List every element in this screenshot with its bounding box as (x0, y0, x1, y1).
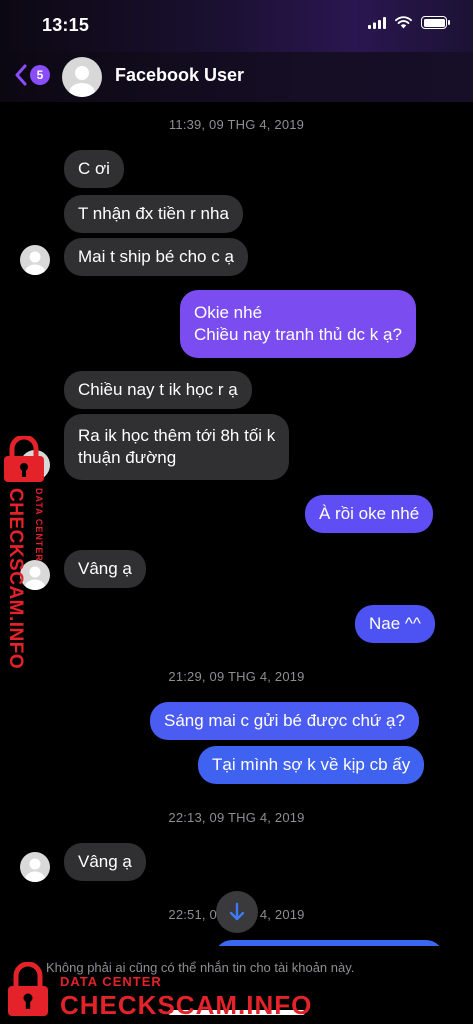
outgoing-message[interactable]: Nae ^^ (355, 605, 435, 643)
contact-avatar[interactable] (62, 57, 102, 97)
timestamp: 11:39, 09 THG 4, 2019 (168, 117, 305, 132)
battery-icon (421, 16, 450, 29)
message-line: Okie nhé (194, 303, 263, 322)
messaging-restriction-notice: Không phải ai cũng có thể nhắn tin cho t… (46, 960, 355, 975)
conversation-header: 5 Facebook User (0, 52, 473, 102)
padlock-logo-icon (4, 436, 44, 482)
incoming-message[interactable]: Vâng ạ (64, 843, 146, 881)
incoming-message[interactable]: Ra ik học thêm tới 8h tối k thuận đường (64, 414, 290, 480)
watermark-side: CHECKSCAM.INFO DATA CENTER (2, 436, 58, 670)
scroll-to-bottom-button[interactable] (216, 891, 258, 933)
outgoing-message[interactable]: Sáng mai c gửi bé được chứ ạ? (150, 702, 419, 740)
watermark-text: CHECKSCAM.INFO (60, 990, 313, 1020)
signal-icon (368, 16, 386, 29)
outgoing-message[interactable]: À rồi oke nhé (305, 495, 434, 533)
system-icons (368, 16, 450, 29)
watermark-text: CHECKSCAM.INFO (5, 488, 26, 670)
status-time: 13:15 (42, 15, 90, 35)
back-chevron-icon (15, 64, 27, 86)
outgoing-message[interactable]: Okie nhé Chiều nay tranh thủ dc k ạ? (180, 290, 416, 358)
timestamp: 21:29, 09 THG 4, 2019 (168, 669, 305, 684)
watermark-subtext: DATA CENTER (34, 488, 44, 562)
incoming-message[interactable]: Mai t ship bé cho c ạ (64, 238, 248, 276)
incoming-message[interactable]: Chiều nay t ik học r ạ (64, 371, 252, 409)
contact-name[interactable]: Facebook User (115, 65, 244, 86)
timestamp: 22:13, 09 THG 4, 2019 (168, 810, 305, 825)
padlock-logo-icon (8, 962, 48, 1016)
arrow-down-icon (229, 902, 245, 921)
message-line: Chiều nay tranh thủ dc k ạ? (194, 325, 402, 344)
sender-avatar[interactable] (20, 852, 50, 882)
unread-badge: 5 (30, 65, 50, 85)
outgoing-message[interactable]: Tại mình sợ k về kịp cb ấy (198, 746, 425, 784)
incoming-message[interactable]: C ơi (64, 150, 124, 188)
sender-avatar[interactable] (20, 245, 50, 275)
wifi-icon (395, 16, 412, 29)
message-line: Ra ik học thêm tới 8h tối k (78, 426, 276, 445)
incoming-message[interactable]: T nhận đx tiền r nha (64, 195, 243, 233)
message-line: thuận đường (78, 448, 177, 467)
back-button[interactable]: 5 (14, 64, 50, 86)
watermark-subtext: DATA CENTER (60, 974, 162, 989)
incoming-message[interactable]: Vâng ạ (64, 550, 146, 588)
status-bar: 13:15 (0, 0, 473, 52)
